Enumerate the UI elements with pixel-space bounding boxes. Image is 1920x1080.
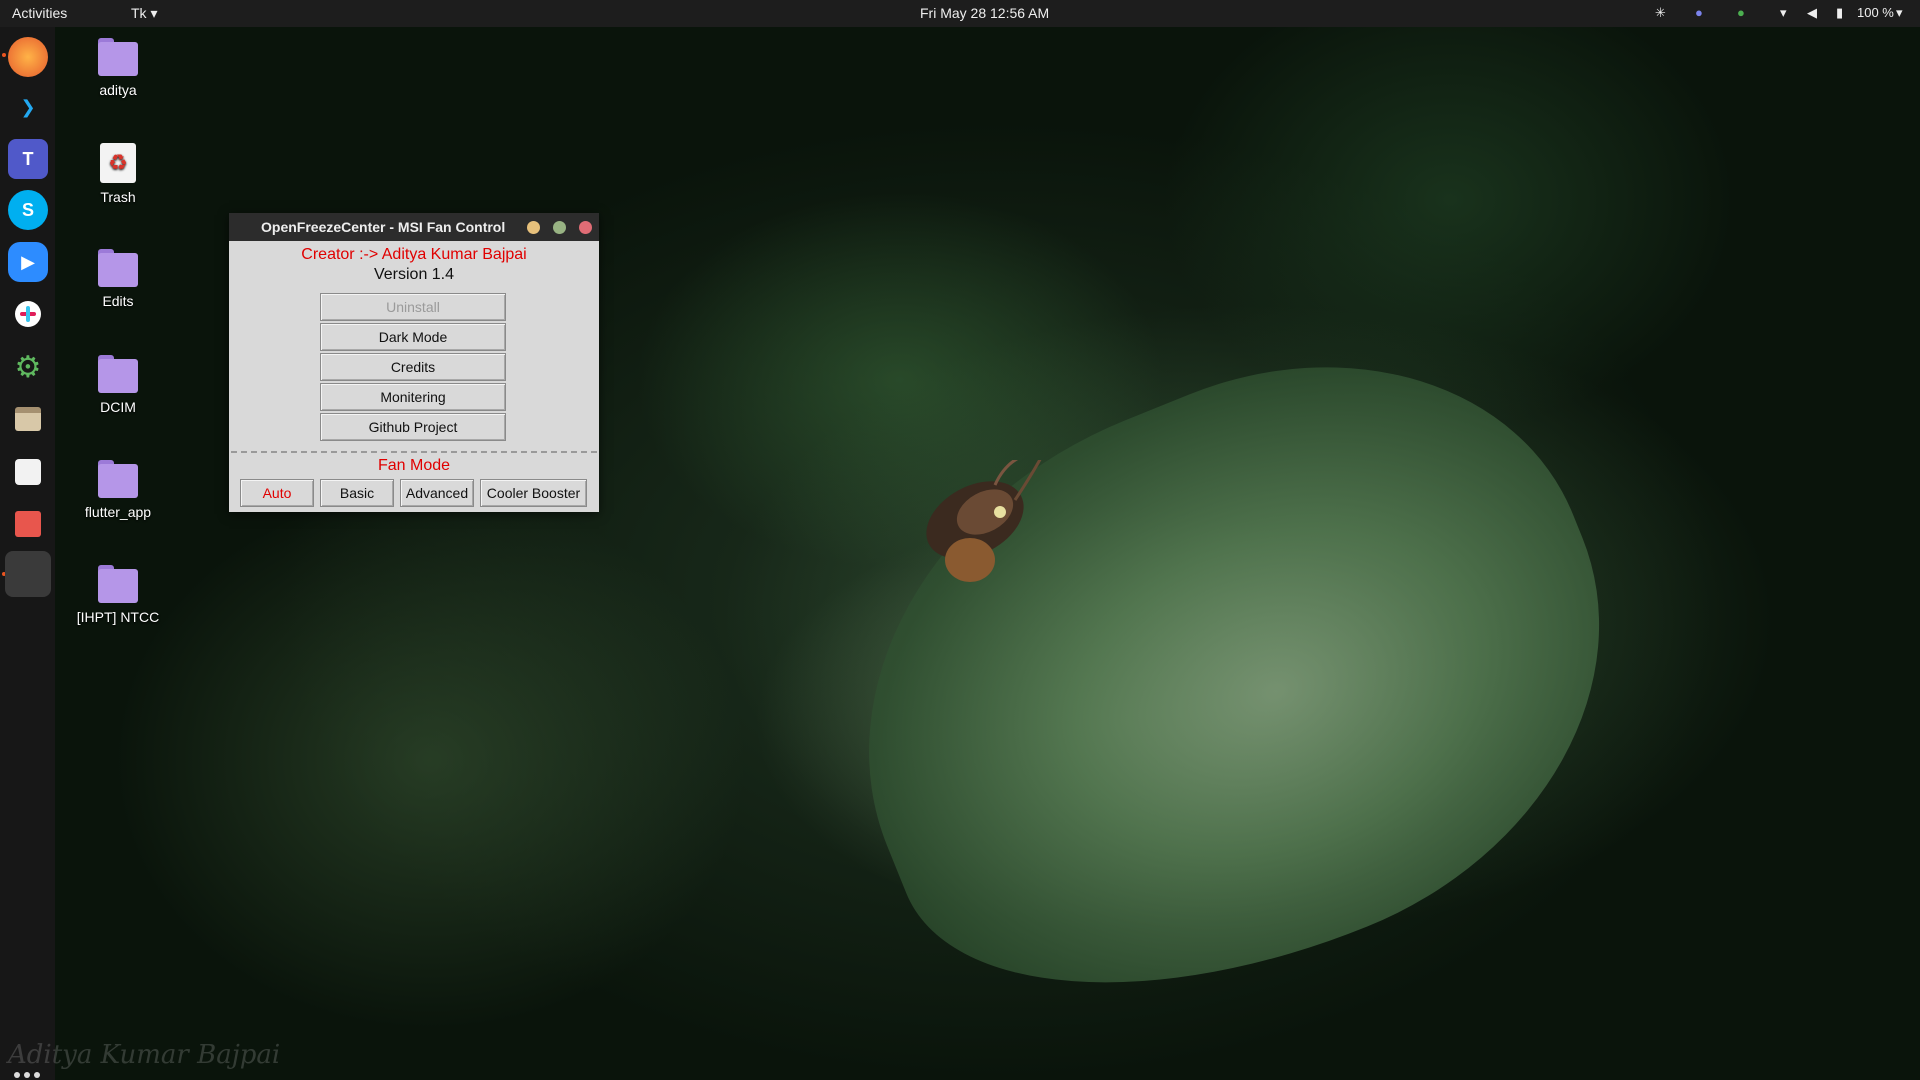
top-bar: Activities Tk ▾ Fri May 28 12:56 AM ✳ ● …	[0, 0, 1920, 27]
fan-mode-auto-button[interactable]: Auto	[240, 479, 314, 507]
watermark-signature: Aditya Kumar Bajpai	[8, 1040, 281, 1070]
desktop-icon-dcim[interactable]: DCIM	[63, 355, 173, 415]
credits-button[interactable]: Credits	[320, 353, 506, 381]
settings-icon[interactable]: ⚙	[8, 347, 48, 387]
fan-mode-advanced-button[interactable]: Advanced	[400, 479, 474, 507]
tk-window-icon[interactable]	[5, 551, 51, 597]
vscode-icon[interactable]: ❯	[8, 87, 48, 127]
volume-icon[interactable]: ◀	[1807, 5, 1817, 21]
desktop-icon-aditya[interactable]: aditya	[63, 38, 173, 98]
fan-mode-cooler-booster-button[interactable]: Cooler Booster	[480, 479, 587, 507]
zoom-icon[interactable]: ▶	[8, 242, 48, 282]
battery-icon[interactable]: ▮	[1836, 5, 1843, 21]
app-menu[interactable]: Tk ▾	[131, 5, 157, 22]
dark-mode-button[interactable]: Dark Mode	[320, 323, 506, 351]
minimize-icon[interactable]	[527, 221, 540, 234]
window-title: OpenFreezeCenter - MSI Fan Control	[261, 219, 506, 235]
fan-mode-basic-button[interactable]: Basic	[320, 479, 394, 507]
firefox-icon[interactable]	[8, 37, 48, 77]
folder-icon	[98, 565, 138, 603]
chevron-down-icon[interactable]: ▾	[1896, 5, 1903, 21]
teams-icon[interactable]: T	[8, 139, 48, 179]
check-shield-icon[interactable]: ●	[1737, 5, 1745, 20]
wallpaper-beetle	[926, 460, 1042, 582]
folder-icon	[98, 355, 138, 393]
version-label: Version 1.4	[373, 266, 455, 283]
files-icon[interactable]	[8, 399, 48, 439]
desktop-icon-label: aditya	[99, 82, 137, 98]
maximize-icon[interactable]	[553, 221, 566, 234]
github-project-button[interactable]: Github Project	[320, 413, 506, 441]
activities-button[interactable]: Activities	[12, 5, 67, 21]
monitoring-button[interactable]: Monitering	[320, 383, 506, 411]
desktop-icon-label: Edits	[102, 293, 134, 309]
desktop-icon-label: DCIM	[100, 399, 136, 415]
show-applications-icon[interactable]	[14, 1072, 40, 1080]
desktop-icon-label: [IHPT] NTCC	[76, 609, 160, 625]
desktop-icon-label: flutter_app	[84, 504, 152, 520]
desktop-icon-label: Trash	[100, 189, 136, 205]
window-titlebar[interactable]: OpenFreezeCenter - MSI Fan Control	[229, 213, 599, 241]
skype-icon[interactable]: S	[8, 190, 48, 230]
desktop-icon-flutter-app[interactable]: flutter_app	[63, 460, 173, 520]
folder-icon	[98, 249, 138, 287]
desktop-icon-trash[interactable]: ♻ Trash	[63, 143, 173, 205]
dock: ❯ T S ▶ ⚙	[0, 27, 55, 1080]
clock[interactable]: Fri May 28 12:56 AM	[920, 5, 1049, 21]
slack-icon[interactable]: ✳	[1655, 5, 1666, 21]
running-indicator	[2, 53, 6, 57]
wifi-icon[interactable]: ▾	[1780, 5, 1787, 21]
desktop-icon-edits[interactable]: Edits	[63, 249, 173, 309]
separator	[231, 451, 597, 453]
teams-icon[interactable]: ●	[1695, 5, 1703, 20]
uninstall-button[interactable]: Uninstall	[320, 293, 506, 321]
openfreezecenter-window: OpenFreezeCenter - MSI Fan Control Creat…	[229, 213, 599, 512]
trash-icon: ♻	[100, 143, 136, 183]
software-store-icon[interactable]	[8, 452, 48, 492]
fan-mode-label: Fan Mode	[377, 457, 451, 474]
home-folder-icon	[98, 38, 138, 76]
desktop-icon-ihpt-ntcc[interactable]: [IHPT] NTCC	[63, 565, 173, 625]
battery-percent[interactable]: 100 %	[1857, 5, 1894, 20]
slack-icon[interactable]	[8, 294, 48, 334]
creator-label: Creator :-> Aditya Kumar Bajpai	[301, 246, 527, 263]
folder-icon	[98, 460, 138, 498]
terminal-app-icon[interactable]	[8, 504, 48, 544]
close-icon[interactable]	[579, 221, 592, 234]
